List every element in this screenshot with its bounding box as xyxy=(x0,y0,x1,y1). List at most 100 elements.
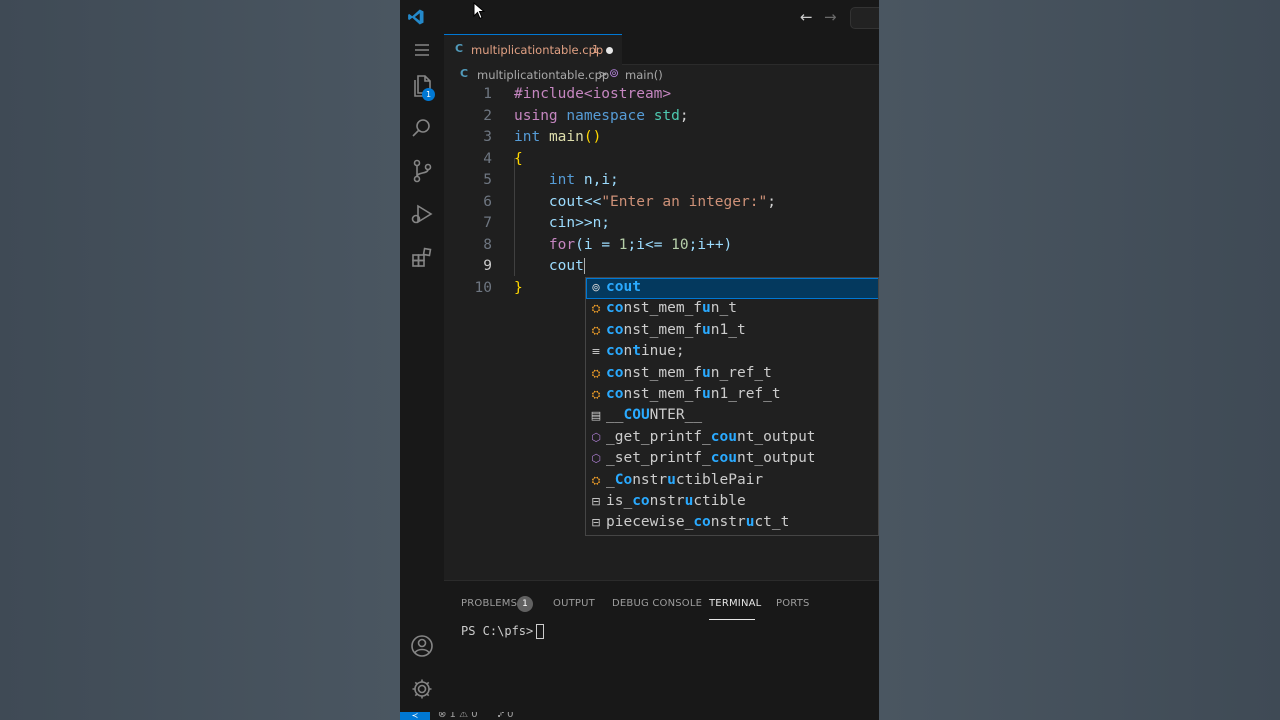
forward-arrow-icon[interactable]: → xyxy=(824,8,837,26)
code-line: cin>>n; xyxy=(514,215,610,231)
suggestion-item[interactable]: ▤ __COUNTER__ xyxy=(586,406,878,427)
line-number: 4 xyxy=(483,150,492,167)
suggestion-text: inue; xyxy=(640,343,685,360)
breadcrumb-file[interactable]: multiplicationtable.cpp xyxy=(477,68,609,82)
suggestion-text: nt_output xyxy=(736,428,816,445)
suggestion-match: u xyxy=(702,300,711,317)
suggestion-kind-icon: ⛭ xyxy=(591,323,601,337)
suggestion-match: u xyxy=(728,428,737,445)
code-line: using namespace std; xyxy=(514,108,689,124)
suggestion-label: _get_printf_count_output xyxy=(606,429,816,445)
suggestion-label: _set_printf_count_output xyxy=(606,450,816,466)
suggestion-item[interactable]: ≡ continue; xyxy=(586,342,878,363)
code-token: ;i<= xyxy=(627,236,672,253)
unsaved-dot-icon[interactable] xyxy=(606,47,613,54)
suggestion-text: NTER__ xyxy=(649,407,703,424)
tab-ports[interactable]: PORTS xyxy=(776,598,810,609)
suggestion-item[interactable]: ⊟ is_constructible xyxy=(586,492,878,513)
manage-button[interactable] xyxy=(400,669,444,709)
problems-count-badge: 1 xyxy=(517,596,533,612)
terminal-output[interactable]: PS C:\pfs> xyxy=(461,624,545,639)
line-number: 8 xyxy=(483,236,492,253)
suggestion-label: is_constructible xyxy=(606,493,746,509)
remote-indicator-button[interactable]: ≺ xyxy=(400,712,430,720)
suggestion-item[interactable]: ⛭ const_mem_fun_ref_t xyxy=(586,364,878,385)
code-line: #include<iostream> xyxy=(514,86,671,102)
search-icon xyxy=(412,119,430,137)
extensions-button[interactable] xyxy=(400,237,444,277)
suggestion-item[interactable]: ⛭ const_mem_fun1_ref_t xyxy=(586,385,878,406)
cpp-file-icon: C xyxy=(455,42,464,55)
suggestion-match: co xyxy=(606,343,624,360)
suggestion-label: continue; xyxy=(606,343,685,359)
terminal-prompt: PS C:\pfs> xyxy=(461,624,534,638)
menu-button[interactable] xyxy=(400,30,444,70)
tab-terminal[interactable]: TERMINAL xyxy=(709,598,761,609)
suggestion-text: __ xyxy=(606,407,624,424)
suggestion-text: n_t xyxy=(710,300,737,317)
code-token: for xyxy=(548,236,576,253)
suggestion-text: is_ xyxy=(606,493,633,509)
vscode-logo-icon[interactable] xyxy=(407,8,425,26)
suggestion-label: const_mem_fun1_ref_t xyxy=(606,386,781,402)
source-control-icon xyxy=(413,159,432,183)
tab-debug-console[interactable]: DEBUG CONSOLE xyxy=(612,598,702,609)
suggestion-text: _ xyxy=(606,471,615,488)
suggestion-match: u xyxy=(702,386,711,402)
tab-output[interactable]: OUTPUT xyxy=(553,598,595,609)
suggestion-text: nstr xyxy=(710,514,746,531)
code-token: cin>>n; xyxy=(514,215,611,231)
code-token: 10 xyxy=(671,236,689,253)
suggestion-kind-icon: ▤ xyxy=(590,409,602,423)
line-number: 1 xyxy=(483,86,492,102)
suggestion-item[interactable]: ⊚ cout xyxy=(586,278,878,300)
suggestion-text: nstr xyxy=(632,471,668,488)
tab-multiplicationtable-cpp[interactable]: C multiplicationtable.cpp 1 xyxy=(444,34,622,65)
code-token: { xyxy=(514,150,523,167)
suggestion-item[interactable]: ⬡ _get_printf_count_output xyxy=(586,428,878,449)
code-token: } xyxy=(514,279,523,296)
suggestion-item[interactable]: ⬡ _set_printf_count_output xyxy=(586,449,878,470)
accounts-button[interactable] xyxy=(400,626,444,666)
suggestion-match: u xyxy=(667,471,676,488)
suggestion-item[interactable]: ⊟ piecewise_construct_t xyxy=(586,513,878,534)
suggestion-text: nst_mem_f xyxy=(623,386,703,402)
suggestion-match: co xyxy=(710,428,729,445)
suggestion-item[interactable]: ⛭ _ConstructiblePair xyxy=(586,471,878,492)
source-control-button[interactable] xyxy=(400,151,444,191)
suggestion-item[interactable]: ⛭ const_mem_fun1_t xyxy=(586,321,878,342)
suggestion-kind-icon: ≡ xyxy=(591,345,601,359)
run-debug-button[interactable] xyxy=(400,194,444,234)
suggestion-match: u xyxy=(728,450,737,467)
code-token: #include<iostream> xyxy=(514,86,672,102)
status-problems[interactable]: ⊗ 1 ⚠ 0 xyxy=(438,712,478,720)
suggestion-match: CO xyxy=(623,407,641,424)
search-button[interactable] xyxy=(400,108,444,148)
suggestion-text: ctible xyxy=(693,493,746,509)
explorer-button[interactable]: 1 xyxy=(400,66,444,106)
suggestion-text: nst_mem_f xyxy=(623,321,703,338)
line-number: 2 xyxy=(483,107,492,124)
suggestion-text: piecewise_ xyxy=(606,514,694,531)
tab-problems[interactable]: PROBLEMS xyxy=(461,598,517,609)
status-ports[interactable]: ⑇ 0 xyxy=(498,712,514,720)
video-background-right xyxy=(879,0,1280,720)
code-token: (i = xyxy=(575,236,619,253)
suggestion-kind-icon: ⊚ xyxy=(591,281,601,294)
code-token: cout<< xyxy=(514,193,602,210)
suggestion-match: u xyxy=(702,321,711,338)
suggestion-kind-icon: ⬡ xyxy=(591,452,601,466)
command-center-search[interactable] xyxy=(850,7,879,29)
back-arrow-icon[interactable]: ← xyxy=(800,8,813,26)
mouse-pointer-icon xyxy=(473,2,485,20)
tab-filename: multiplicationtable.cpp xyxy=(471,43,604,57)
code-line: int main() xyxy=(514,129,601,145)
breadcrumb-symbol[interactable]: main() xyxy=(625,68,663,82)
code-token: n,i; xyxy=(575,172,619,188)
video-background-left xyxy=(0,0,400,720)
code-token: 1 xyxy=(618,236,628,253)
suggestion-item[interactable]: ⛭ const_mem_fun_t xyxy=(586,299,878,320)
